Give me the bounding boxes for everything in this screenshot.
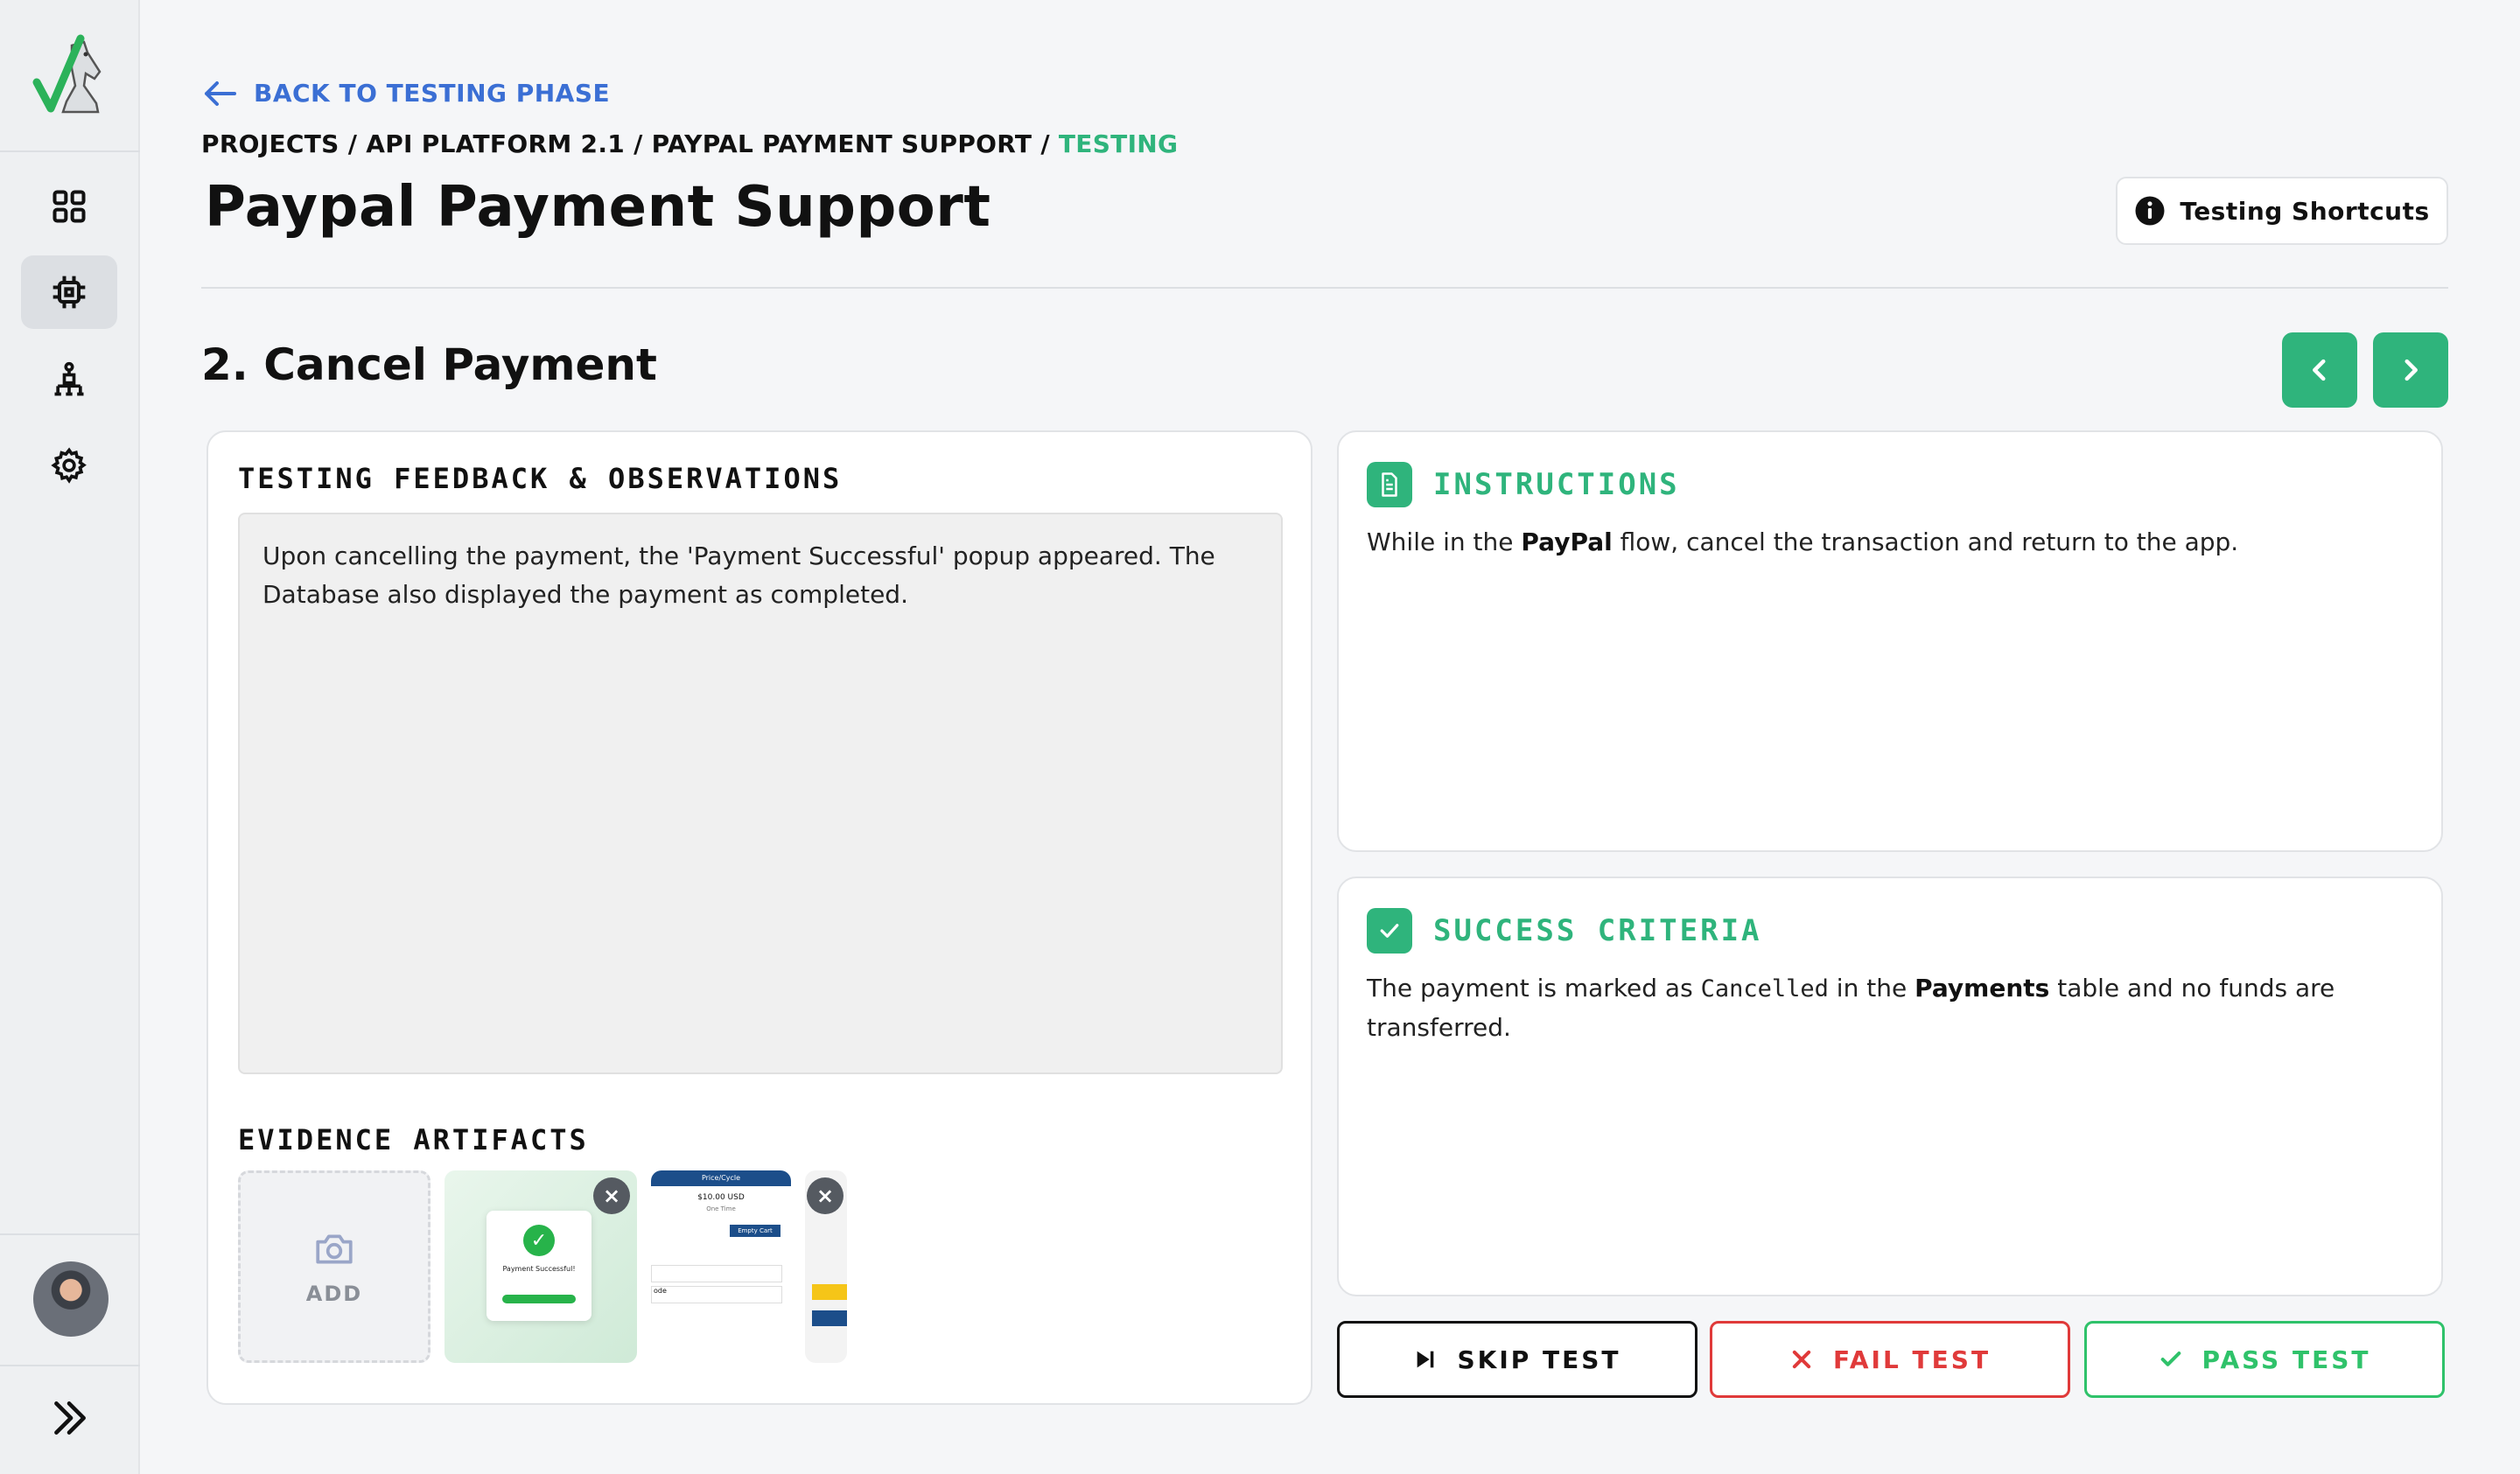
avatar[interactable] — [33, 1261, 108, 1337]
check-circle-icon: ✓ — [523, 1225, 555, 1256]
breadcrumb-projects[interactable]: PROJECTS / — [201, 129, 357, 158]
thumbnail-block — [812, 1310, 847, 1326]
thumbnail-field: ode — [651, 1286, 782, 1303]
checkbox-icon — [1367, 908, 1412, 954]
remove-artifact-button[interactable]: × — [593, 1177, 630, 1214]
add-artifact-label: ADD — [305, 1282, 363, 1306]
skip-test-label: SKIP TEST — [1457, 1345, 1621, 1374]
skip-icon — [1418, 1351, 1434, 1368]
testing-shortcuts-label: Testing Shortcuts — [2180, 196, 2430, 226]
arrow-left-icon — [205, 80, 236, 106]
breadcrumb-testing: TESTING — [1058, 129, 1179, 158]
gear-icon — [51, 447, 87, 484]
artifacts-heading: EVIDENCE ARTIFACTS — [238, 1123, 589, 1156]
org-chart-icon — [54, 361, 84, 396]
thumbnail-field — [651, 1265, 782, 1282]
previous-test-button[interactable] — [2282, 332, 2357, 408]
feedback-card: TESTING FEEDBACK & OBSERVATIONS Upon can… — [206, 430, 1312, 1405]
artifacts-list: ADD ✓ Payment Successful! × Price/Cycle … — [238, 1170, 847, 1363]
skip-test-button[interactable]: SKIP TEST — [1337, 1321, 1698, 1398]
logo-icon — [32, 34, 102, 114]
remove-artifact-button[interactable]: × — [807, 1177, 844, 1214]
thumbnail-sub: One Time — [706, 1205, 736, 1212]
chevron-right-icon — [2404, 359, 2418, 381]
fail-test-button[interactable]: FAIL TEST — [1710, 1321, 2070, 1398]
instructions-card: INSTRUCTIONS While in the PayPal flow, c… — [1337, 430, 2443, 852]
instructions-text-part: flow, cancel the transaction and return … — [1612, 527, 2239, 556]
sidebar-item-settings[interactable] — [21, 429, 117, 502]
sidebar-divider — [0, 1365, 140, 1366]
next-test-button[interactable] — [2373, 332, 2448, 408]
close-icon — [1792, 1350, 1811, 1369]
add-artifact-button[interactable]: ADD — [238, 1170, 430, 1363]
back-to-testing-phase-link[interactable]: BACK TO TESTING PHASE — [203, 79, 610, 108]
feedback-text: Upon cancelling the payment, the 'Paymen… — [262, 541, 1215, 609]
success-text-bold: Payments — [1914, 974, 2050, 1002]
header-divider — [201, 287, 2448, 289]
info-icon — [2135, 196, 2165, 226]
sidebar-item-hierarchy[interactable] — [21, 343, 117, 416]
instructions-heading: INSTRUCTIONS — [1433, 467, 1680, 502]
chip-icon — [52, 276, 86, 309]
thumbnail-button: Empty Cart — [730, 1225, 780, 1237]
success-criteria-text: The payment is marked as Cancelled in th… — [1367, 969, 2417, 1047]
thumbnail-block — [812, 1284, 847, 1300]
grid-icon — [52, 190, 86, 223]
artifact-thumbnail[interactable]: Price/Cycle $10.00 USD One Time Empty Ca… — [651, 1170, 791, 1363]
artifact-thumbnail[interactable]: × — [805, 1170, 847, 1363]
pass-test-button[interactable]: PASS TEST — [2084, 1321, 2445, 1398]
instructions-header: INSTRUCTIONS — [1367, 462, 1680, 507]
test-title: 2. Cancel Payment — [201, 339, 657, 390]
fail-test-label: FAIL TEST — [1832, 1345, 1992, 1374]
success-criteria-heading: SUCCESS CRITERIA — [1433, 913, 1762, 948]
instructions-text: While in the PayPal flow, cancel the tra… — [1367, 523, 2417, 562]
sidebar — [0, 0, 140, 1474]
sidebar-item-dashboard[interactable] — [21, 170, 117, 243]
back-link-label: BACK TO TESTING PHASE — [254, 79, 611, 108]
thumbnail-header: Price/Cycle — [651, 1170, 791, 1186]
check-icon — [2160, 1352, 2180, 1366]
feedback-heading: TESTING FEEDBACK & OBSERVATIONS — [238, 462, 843, 495]
thumbnail-caption: Payment Successful! — [502, 1265, 576, 1273]
thumbnail-price: $10.00 USD — [697, 1193, 745, 1202]
page-title: Paypal Payment Support — [205, 175, 991, 240]
testing-shortcuts-button[interactable]: Testing Shortcuts — [2116, 177, 2448, 245]
pass-test-label: PASS TEST — [2202, 1345, 2371, 1374]
breadcrumb: PROJECTS / API PLATFORM 2.1 / PAYPAL PAY… — [201, 129, 1178, 158]
double-chevron-right-icon[interactable] — [47, 1396, 91, 1440]
feedback-textarea[interactable]: Upon cancelling the payment, the 'Paymen… — [238, 513, 1283, 1074]
sidebar-divider — [0, 1233, 140, 1235]
sidebar-item-chip[interactable] — [21, 255, 117, 329]
thumbnail-button — [502, 1295, 576, 1303]
success-criteria-card: SUCCESS CRITERIA The payment is marked a… — [1337, 877, 2443, 1296]
instructions-text-part: While in the — [1367, 527, 1522, 556]
camera-icon — [316, 1234, 353, 1264]
sidebar-divider — [0, 150, 140, 152]
chevron-left-icon — [2313, 359, 2326, 381]
artifact-thumbnail[interactable]: ✓ Payment Successful! × — [444, 1170, 637, 1363]
success-text-part: in the — [1828, 974, 1915, 1002]
instructions-text-bold: PayPal — [1521, 527, 1613, 556]
document-icon — [1367, 462, 1412, 507]
thumbnail-popup: ✓ Payment Successful! — [486, 1211, 592, 1321]
success-criteria-header: SUCCESS CRITERIA — [1367, 908, 1762, 954]
success-text-code: Cancelled — [1700, 975, 1829, 1002]
breadcrumb-paypal-payment-support[interactable]: PAYPAL PAYMENT SUPPORT / — [652, 129, 1050, 158]
breadcrumb-api-platform[interactable]: API PLATFORM 2.1 / — [366, 129, 642, 158]
success-text-part: The payment is marked as — [1367, 974, 1701, 1002]
